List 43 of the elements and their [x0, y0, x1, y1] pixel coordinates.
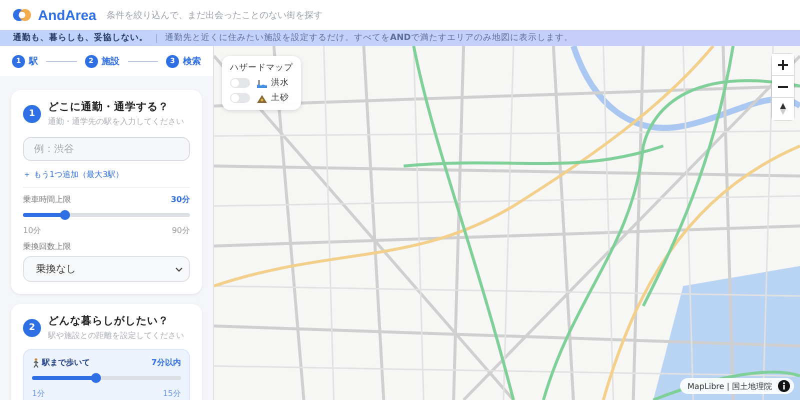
- slider-thumb[interactable]: [60, 210, 70, 220]
- compass-icon: [780, 103, 786, 115]
- tagline: 条件を絞り込んで、まだ出会ったことのない街を探す: [106, 10, 322, 22]
- slider-value: 30分: [170, 194, 190, 205]
- landslide-icon: [257, 94, 267, 102]
- station-input-field[interactable]: 例：渋谷: [23, 137, 190, 161]
- section-number: 1: [23, 104, 41, 122]
- travel-time-slider[interactable]: [23, 213, 190, 217]
- transfers-label: 乗換回数上限: [23, 241, 72, 252]
- logo-icon: [12, 8, 32, 22]
- logo[interactable]: AndArea: [38, 7, 96, 23]
- section-title: どんな暮らしがしたい？: [48, 314, 170, 328]
- step-label[interactable]: 施設: [102, 54, 120, 68]
- slider-thumb[interactable]: [91, 373, 102, 383]
- banner-text: 通勤先と近くに住みたい施設を設定するだけ。すべてをANDで満たすエリアのみ地図に表示します。: [165, 32, 573, 44]
- hazard-label: 土砂: [271, 92, 289, 104]
- step-label[interactable]: 駅: [29, 54, 38, 68]
- step-label[interactable]: 検索: [183, 54, 201, 68]
- slider-label: 駅まで歩いて: [42, 357, 90, 368]
- info-icon[interactable]: [778, 380, 790, 392]
- section-title: どこに通勤・通学する？: [48, 100, 170, 114]
- section-number: 2: [23, 318, 41, 336]
- banner-headline: 通勤も、暮らしも、妥協しない。: [13, 32, 148, 44]
- plus-icon: [778, 60, 788, 70]
- toggle-switch[interactable]: [230, 78, 250, 88]
- slider-max: 15分: [162, 388, 181, 399]
- slider-min: 1分: [32, 388, 46, 399]
- walk-time-slider[interactable]: [32, 376, 181, 380]
- slider-min: 10分: [23, 225, 42, 236]
- walking-person-icon: [32, 358, 39, 368]
- slider-value: 7分以内: [151, 357, 181, 368]
- hazard-title: ハザードマップ: [230, 62, 293, 74]
- toggle-switch[interactable]: [230, 93, 250, 103]
- slider-max: 90分: [172, 225, 190, 236]
- zoom-in-button[interactable]: [772, 54, 794, 76]
- hazard-label: 洪水: [271, 77, 289, 89]
- section-subtitle: 通勤・通学先の駅を入力してください: [48, 116, 184, 127]
- chevron-down-icon: [175, 266, 183, 272]
- slider-label: 乗車時間上限: [23, 194, 71, 205]
- flood-icon: [257, 78, 267, 88]
- section-subtitle: 駅や施設との距離を設定してください: [48, 330, 184, 341]
- transfers-select[interactable]: 乗換なし: [23, 256, 190, 282]
- add-station-link[interactable]: ＋ もう1つ追加（最大3駅）: [23, 169, 190, 180]
